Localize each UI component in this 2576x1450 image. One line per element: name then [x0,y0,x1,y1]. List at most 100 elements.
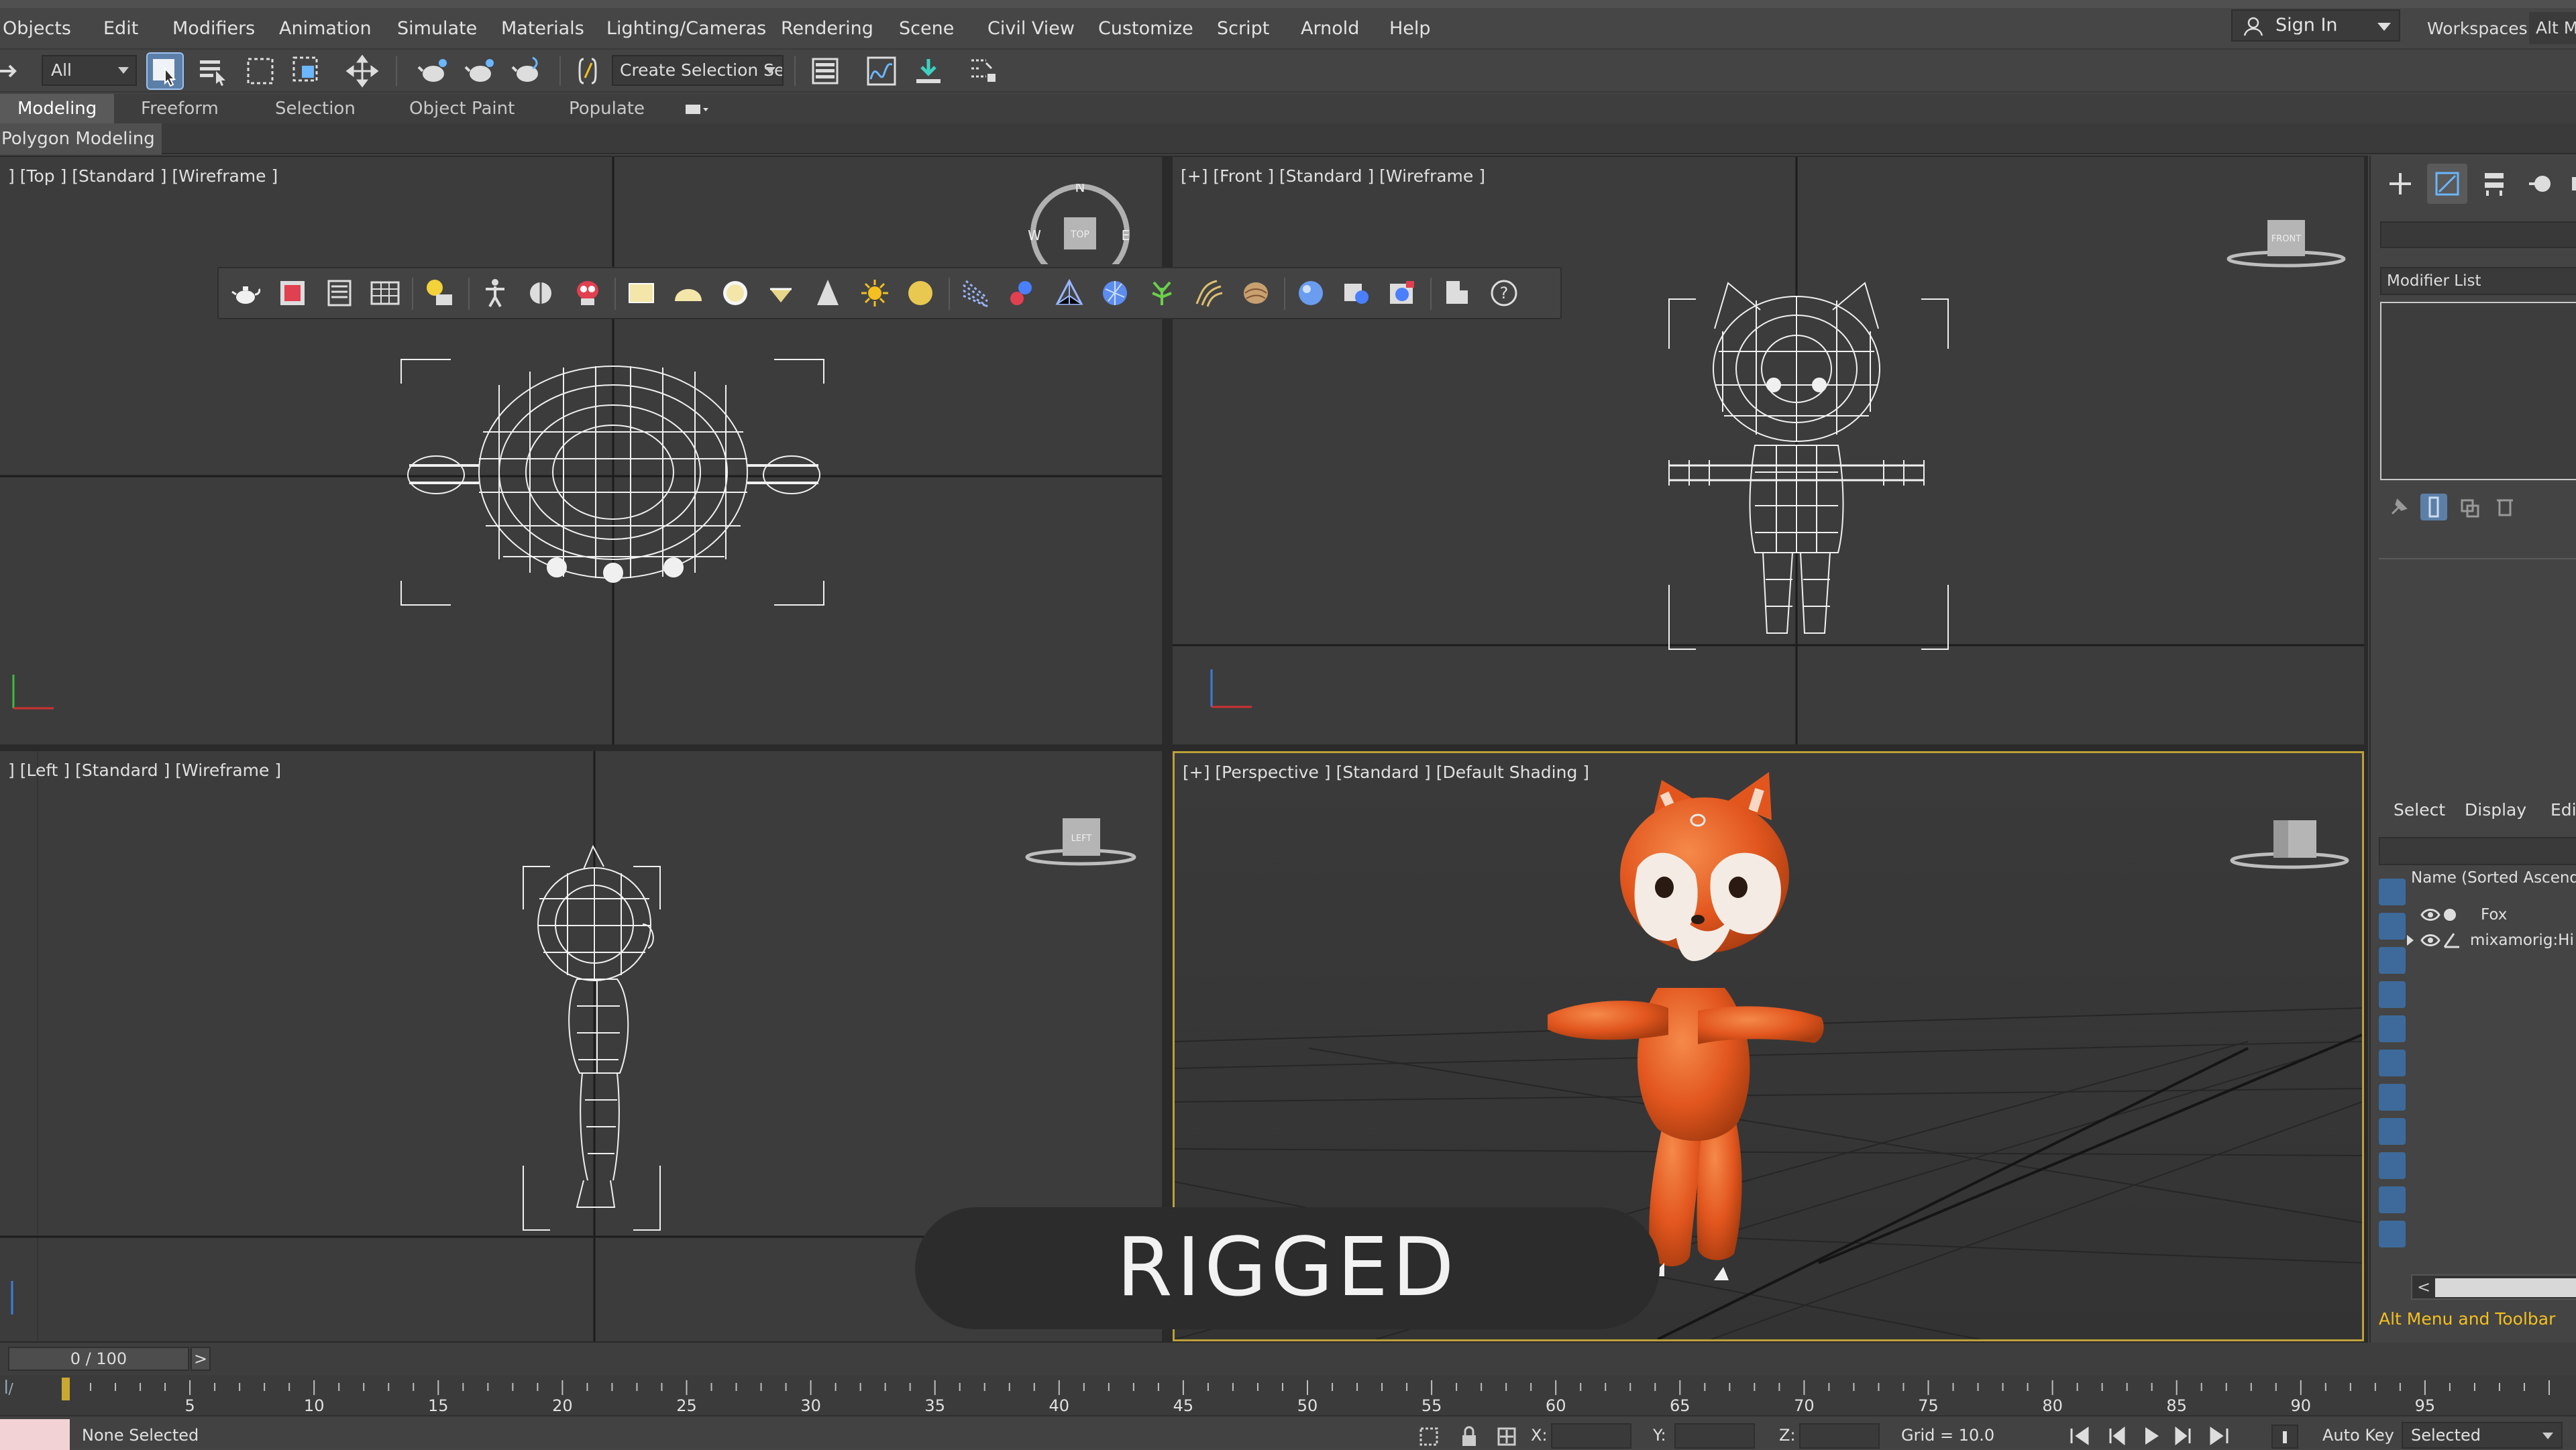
edit-named-selections-icon[interactable] [570,54,605,89]
cone-light-icon[interactable] [812,277,844,309]
skylight-icon[interactable] [904,277,936,309]
explorer-filter-icon[interactable] [2379,1015,2406,1042]
modifier-stack[interactable] [2380,302,2576,480]
curve-editor-icon[interactable] [864,54,899,89]
pyramid-icon[interactable] [1053,277,1085,309]
key-filter-dropdown[interactable]: Selected [2402,1422,2563,1449]
list-panel-icon[interactable] [323,277,356,309]
workspaces-dropdown[interactable]: Alt Me [2529,12,2576,44]
batch-render-icon[interactable] [1441,277,1473,309]
tab-display[interactable]: Display [2465,793,2526,828]
light-lister-icon[interactable] [423,277,455,309]
unlink-teapot-icon[interactable] [463,54,498,89]
explorer-filter-icon[interactable] [2379,1118,2406,1145]
foliage-icon[interactable] [1146,277,1178,309]
rectangular-selection-button[interactable] [243,54,278,89]
explorer-filter-icon[interactable] [2379,1050,2406,1076]
menu-item-rendering[interactable]: Rendering [781,8,873,50]
display-icon[interactable] [2565,164,2576,204]
previous-frame-icon[interactable] [2105,1425,2129,1447]
pin-stack-icon[interactable] [2385,494,2412,520]
time-slider-thumb[interactable]: 0 / 100 [8,1347,189,1371]
go-to-start-icon[interactable] [2068,1425,2092,1447]
modifier-list-dropdown[interactable]: Modifier List [2380,267,2576,295]
material-ball-icon[interactable] [1295,277,1327,309]
go-to-end-icon[interactable] [2207,1425,2231,1447]
show-end-result-icon[interactable] [2420,494,2447,520]
schematic-view-icon[interactable] [911,54,946,89]
select-object-button[interactable] [146,52,184,90]
hierarchy-icon[interactable] [2474,164,2514,204]
link-teapot-icon[interactable] [416,54,451,89]
absolute-mode-icon[interactable] [1495,1425,1519,1449]
render-frame-icon[interactable] [1340,277,1373,309]
menu-item-help[interactable]: Help [1389,8,1431,50]
explorer-filter-icon[interactable] [2379,1186,2406,1213]
viewport-top[interactable]: ] [Top ] [Standard ] [Wireframe ] TOP N … [0,157,1162,744]
layer-explorer-icon[interactable] [808,54,843,89]
play-icon[interactable] [2139,1425,2163,1447]
tab-select[interactable]: Select [2394,793,2445,828]
hair-icon[interactable] [1193,277,1225,309]
trackbar[interactable]: ꟾ∕ 5 10 15 20 25 30 35 40 45 50 55 60 65 70 75 80 85 90 95 [0,1375,2576,1415]
viewcube-perspective-icon[interactable] [2229,814,2350,874]
key-mode-toggle[interactable] [2271,1425,2298,1449]
tab-freeform[interactable]: Freeform [141,94,219,123]
expand-arrow-icon[interactable] [2404,928,2418,952]
motion-icon[interactable] [2521,164,2561,204]
viewport-label-front[interactable]: [+] [Front ] [Standard ] [Wireframe ] [1181,166,1485,186]
menu-item-lighting-cameras[interactable]: Lighting/Cameras [606,8,766,50]
render-production-icon[interactable] [1386,277,1418,309]
create-icon[interactable] [2380,164,2420,204]
z-coordinate-field[interactable] [1799,1423,1880,1449]
horizontal-scrollbar[interactable]: < [2411,1274,2576,1300]
menu-item-edit[interactable]: Edit [103,8,138,50]
y-coordinate-field[interactable] [1674,1423,1755,1449]
character-icon[interactable] [572,277,604,309]
plane-icon[interactable] [625,277,657,309]
viewcube-top-icon[interactable]: TOP N W E [1026,184,1134,264]
tab-modeling[interactable]: Modeling [0,94,115,123]
auto-key-button[interactable]: Auto Key [2322,1422,2394,1449]
make-unique-icon[interactable] [2457,494,2483,520]
sphere-icon[interactable] [719,277,751,309]
sign-in-button[interactable]: Sign In [2231,9,2400,42]
visibility-eye-icon[interactable] [2420,928,2463,952]
viewcube-left-icon[interactable]: LEFT [1024,813,1138,873]
selection-filter-dropdown[interactable]: All [42,55,137,86]
lock-icon[interactable] [1457,1425,1481,1449]
unlink-icon[interactable] [0,54,28,89]
gumball-icon[interactable] [765,277,797,309]
tab-populate[interactable]: Populate [569,94,645,123]
viewport-label-perspective[interactable]: [+] [Perspective ] [Standard ] [Default … [1183,763,1589,782]
dome-icon[interactable] [672,277,704,309]
bind-spacewarp-icon[interactable] [510,54,545,89]
window-crossing-button[interactable] [290,54,325,89]
x-coordinate-field[interactable] [1551,1423,1631,1449]
viewport-label-top[interactable]: ] [Top ] [Standard ] [Wireframe ] [8,166,278,186]
visibility-eye-icon[interactable] [2420,903,2463,927]
menu-item-objects[interactable]: Objects [3,8,71,50]
explorer-filter-icon[interactable] [2379,879,2406,905]
menu-item-script[interactable]: Script [1217,8,1269,50]
select-by-name-button[interactable] [196,54,231,89]
select-and-move-button[interactable] [345,54,380,89]
help-icon[interactable]: ? [1488,277,1520,309]
cloth-icon[interactable] [1240,277,1272,309]
scene-explorer-search[interactable] [2379,837,2576,865]
scrollbar-thumb[interactable] [2435,1278,2576,1297]
menu-item-arnold[interactable]: Arnold [1301,8,1359,50]
explorer-filter-icon[interactable] [2379,947,2406,974]
menu-item-customize[interactable]: Customize [1098,8,1193,50]
named-selection-set-dropdown[interactable]: Create Selection Se [612,55,784,86]
explorer-filter-icon[interactable] [2379,1084,2406,1111]
skin-icon[interactable] [525,277,557,309]
ribbon-options-icon[interactable] [684,94,710,123]
menu-item-simulate[interactable]: Simulate [397,8,477,50]
isolate-icon[interactable] [1417,1425,1441,1449]
object-name-field[interactable] [2380,221,2576,248]
sun-icon[interactable] [859,277,891,309]
menu-item-scene[interactable]: Scene [899,8,954,50]
capsule-icon[interactable] [1005,277,1037,309]
modify-icon[interactable] [2427,164,2467,204]
